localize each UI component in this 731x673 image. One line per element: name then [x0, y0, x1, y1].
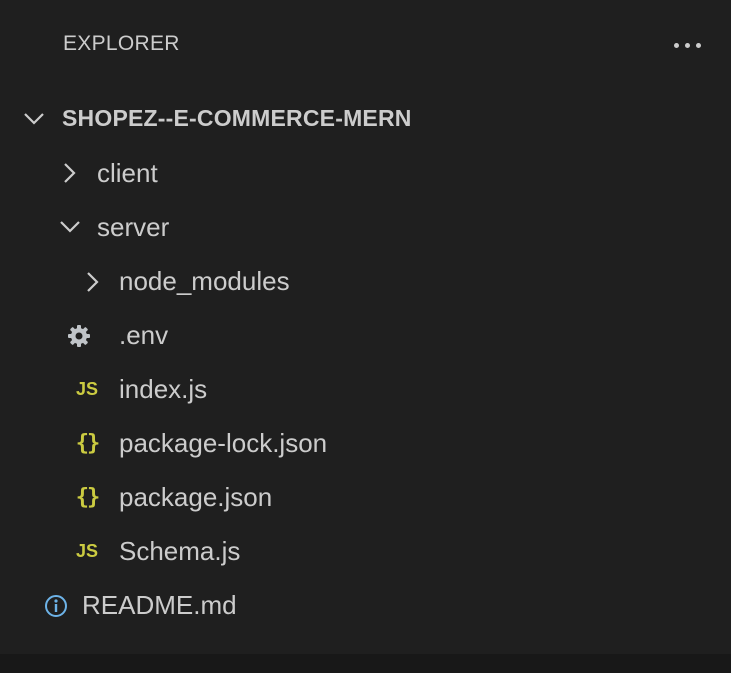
tree-item-node-modules[interactable]: node_modules — [0, 254, 731, 308]
tree-item-schema-js[interactable]: JS Schema.js — [0, 524, 731, 578]
tree-item-label: Schema.js — [119, 536, 241, 566]
json-icon: {} — [75, 430, 101, 456]
tree-item-label: server — [97, 212, 170, 242]
chevron-right-icon — [62, 162, 78, 184]
tree-item-package-lock-json[interactable]: {} package-lock.json — [0, 416, 731, 470]
js-icon: JS — [75, 378, 99, 399]
info-icon — [43, 593, 69, 619]
tree-item-package-json[interactable]: {} package.json — [0, 470, 731, 524]
chevron-right-icon — [85, 271, 101, 293]
gear-icon — [66, 323, 92, 349]
js-icon: JS — [75, 540, 99, 561]
panel-bottom-edge — [0, 654, 731, 673]
tree-item-label: README.md — [82, 590, 237, 620]
chevron-down-icon — [22, 110, 46, 128]
tree-item-label: index.js — [119, 374, 208, 404]
explorer-title: EXPLORER — [63, 32, 180, 55]
chevron-down-icon — [58, 219, 82, 235]
tree-item-env[interactable]: .env — [0, 308, 731, 362]
explorer-panel: EXPLORER SHOPEZ--E-COMMERCE-MERN client … — [0, 0, 731, 673]
tree-item-index-js[interactable]: JS index.js — [0, 362, 731, 416]
tree-item-label: node_modules — [119, 266, 290, 296]
tree-item-client[interactable]: client — [0, 146, 731, 200]
tree-root-folder[interactable]: SHOPEZ--E-COMMERCE-MERN — [0, 92, 731, 146]
tree-item-label: .env — [119, 320, 169, 350]
tree-root-label: SHOPEZ--E-COMMERCE-MERN — [62, 105, 412, 131]
tree-item-readme-md[interactable]: README.md — [0, 578, 731, 632]
json-icon: {} — [75, 484, 101, 510]
explorer-header: EXPLORER — [0, 0, 731, 94]
tree-item-label: client — [97, 158, 158, 188]
ellipsis-icon[interactable] — [668, 30, 708, 60]
tree-item-label: package-lock.json — [119, 428, 328, 458]
tree-item-label: package.json — [119, 482, 273, 512]
tree-item-server[interactable]: server — [0, 200, 731, 254]
